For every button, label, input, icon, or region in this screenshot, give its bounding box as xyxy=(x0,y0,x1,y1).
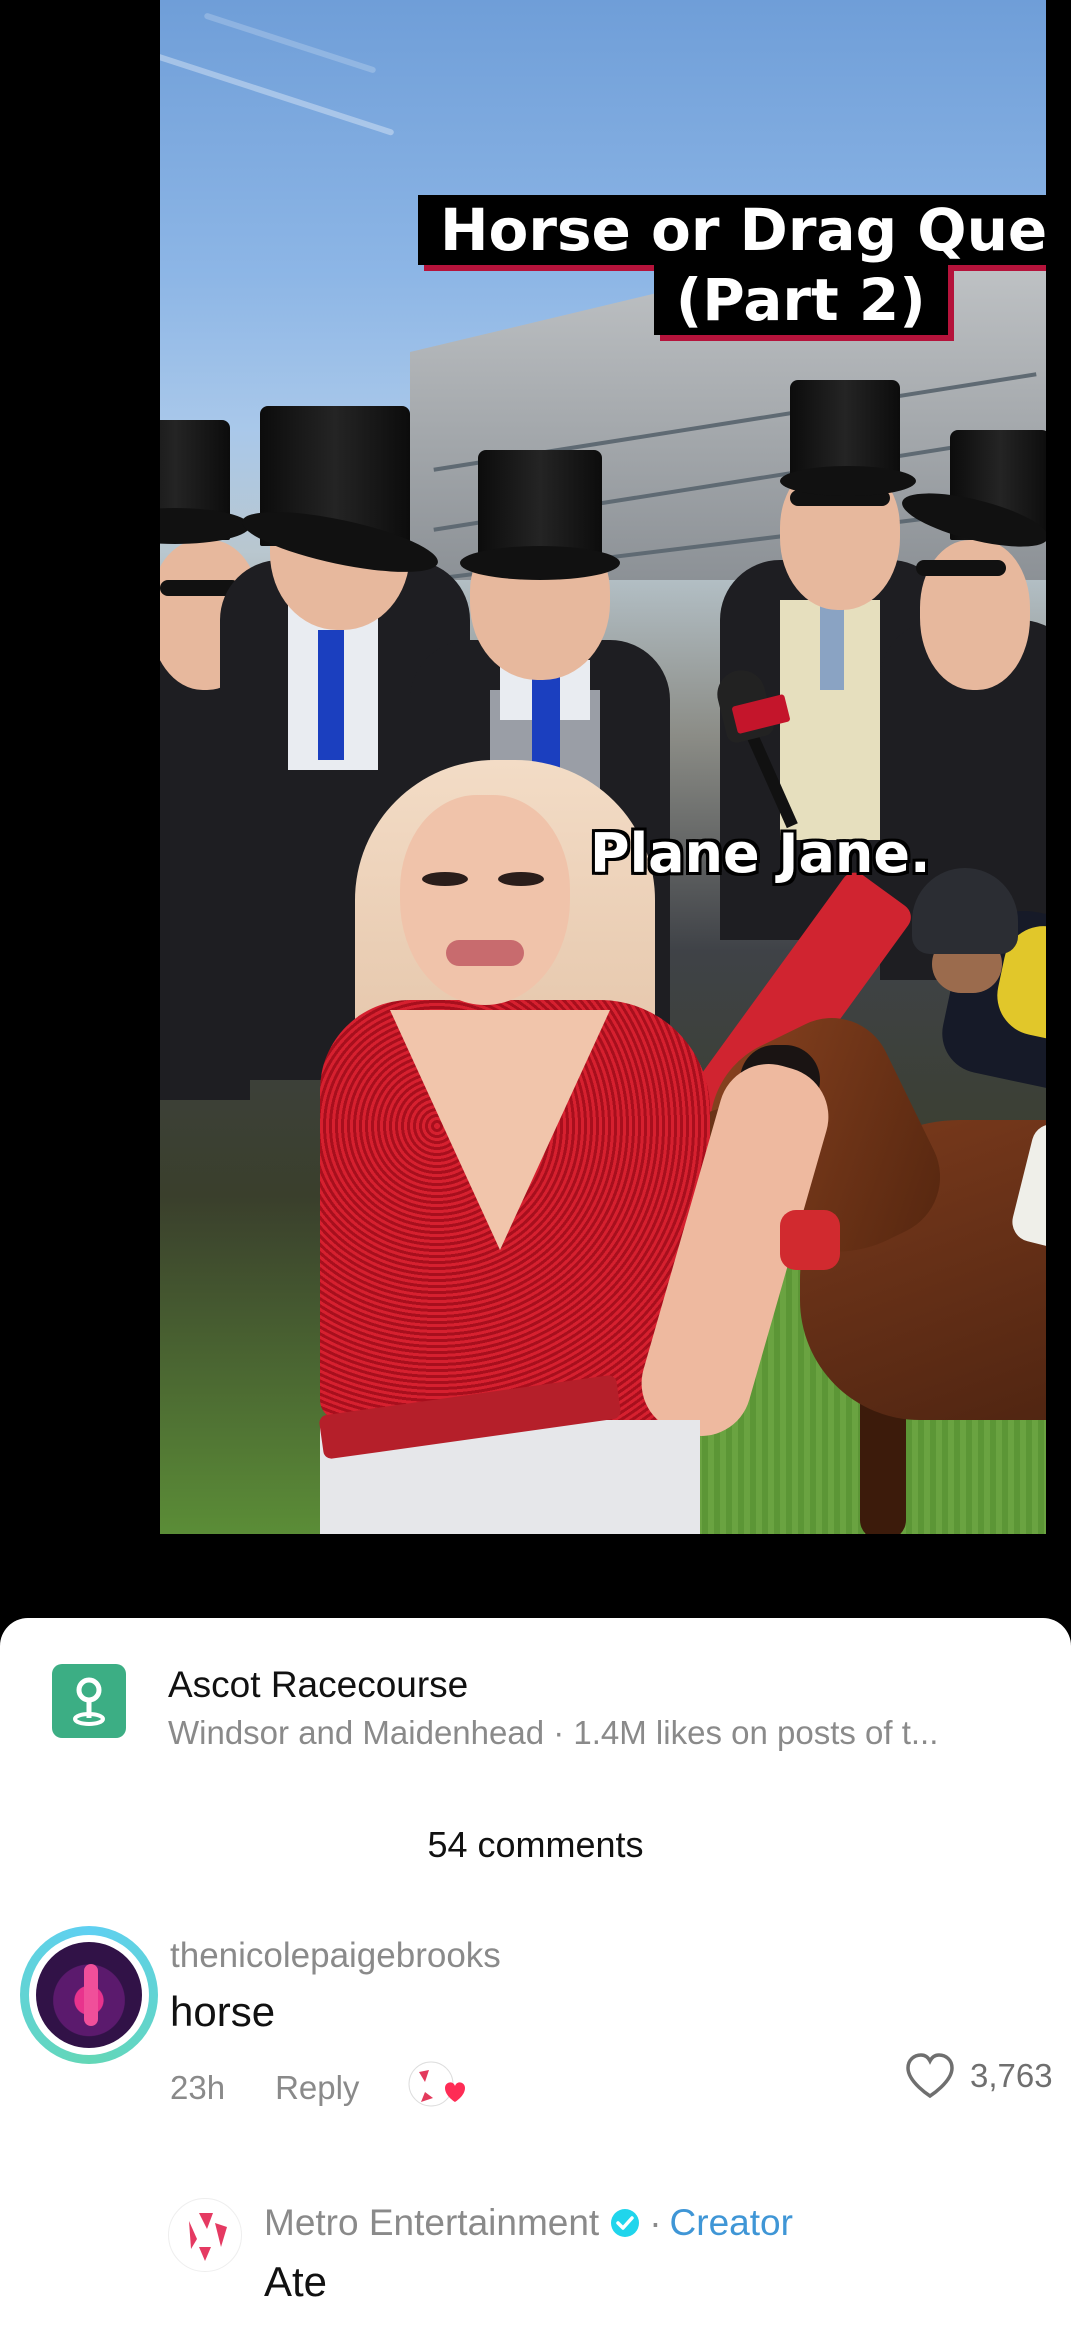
video-frame[interactable]: Horse or Drag Queen? (Part 2) Plane Jane… xyxy=(160,0,1046,1534)
video-caption: Plane Jane. xyxy=(590,822,931,885)
verified-badge-icon xyxy=(611,2209,640,2237)
heart-icon xyxy=(906,2053,954,2099)
queen-glove xyxy=(780,1210,840,1270)
queen-lips xyxy=(446,940,524,966)
sky-cloud xyxy=(203,12,377,74)
comment-username[interactable]: thenicolepaigebrooks xyxy=(170,1936,501,1976)
reply-button[interactable]: Reply xyxy=(275,2069,359,2107)
queen-eye xyxy=(422,872,468,886)
avatar[interactable] xyxy=(20,1926,158,2064)
reply-item: Metro Entertainment · Creator Ate xyxy=(168,2198,1068,2328)
location-row[interactable]: Ascot Racecourse Windsor and Maidenhead … xyxy=(52,1664,1052,1764)
reply-username[interactable]: Metro Entertainment xyxy=(264,2202,599,2244)
comments-sheet: Ascot Racecourse Windsor and Maidenhead … xyxy=(0,1618,1071,2328)
like-count: 3,763 xyxy=(970,2057,1053,2094)
location-name: Ascot Racecourse xyxy=(168,1664,469,1705)
video-title-line-2: (Part 2) xyxy=(653,265,948,335)
reply-text: Ate xyxy=(264,2258,328,2305)
like-button[interactable]: 3,763 xyxy=(904,2052,1053,2100)
queen-eye xyxy=(498,872,544,886)
comments-count: 54 comments xyxy=(0,1824,1071,1866)
comment-meta: 23h Reply xyxy=(170,2058,467,2118)
creator-liked-icon xyxy=(407,2058,467,2118)
creator-badge: Creator xyxy=(669,2202,793,2243)
reply-separator: · xyxy=(649,2202,662,2243)
video-player[interactable]: Horse or Drag Queen? (Part 2) Plane Jane… xyxy=(0,0,1071,1620)
comment-text: horse xyxy=(170,1988,276,2035)
reply-avatar[interactable] xyxy=(168,2198,242,2272)
location-pin-icon xyxy=(52,1664,126,1738)
queen-face xyxy=(400,795,570,1005)
avatar-image xyxy=(36,1942,142,2048)
comment-item: thenicolepaigebrooks horse 23h Reply 3,7… xyxy=(20,1926,1060,2107)
location-subtitle: Windsor and Maidenhead · 1.4M likes on p… xyxy=(168,1714,939,1751)
comments-count-label: 54 comments xyxy=(427,1824,644,1865)
reply-header: Metro Entertainment · Creator xyxy=(264,2202,793,2244)
video-title: Horse or Drag Queen? (Part 2) xyxy=(418,195,1046,335)
comment-time: 23h xyxy=(170,2069,226,2106)
video-title-line-1: Horse or Drag Queen? xyxy=(418,195,1046,265)
